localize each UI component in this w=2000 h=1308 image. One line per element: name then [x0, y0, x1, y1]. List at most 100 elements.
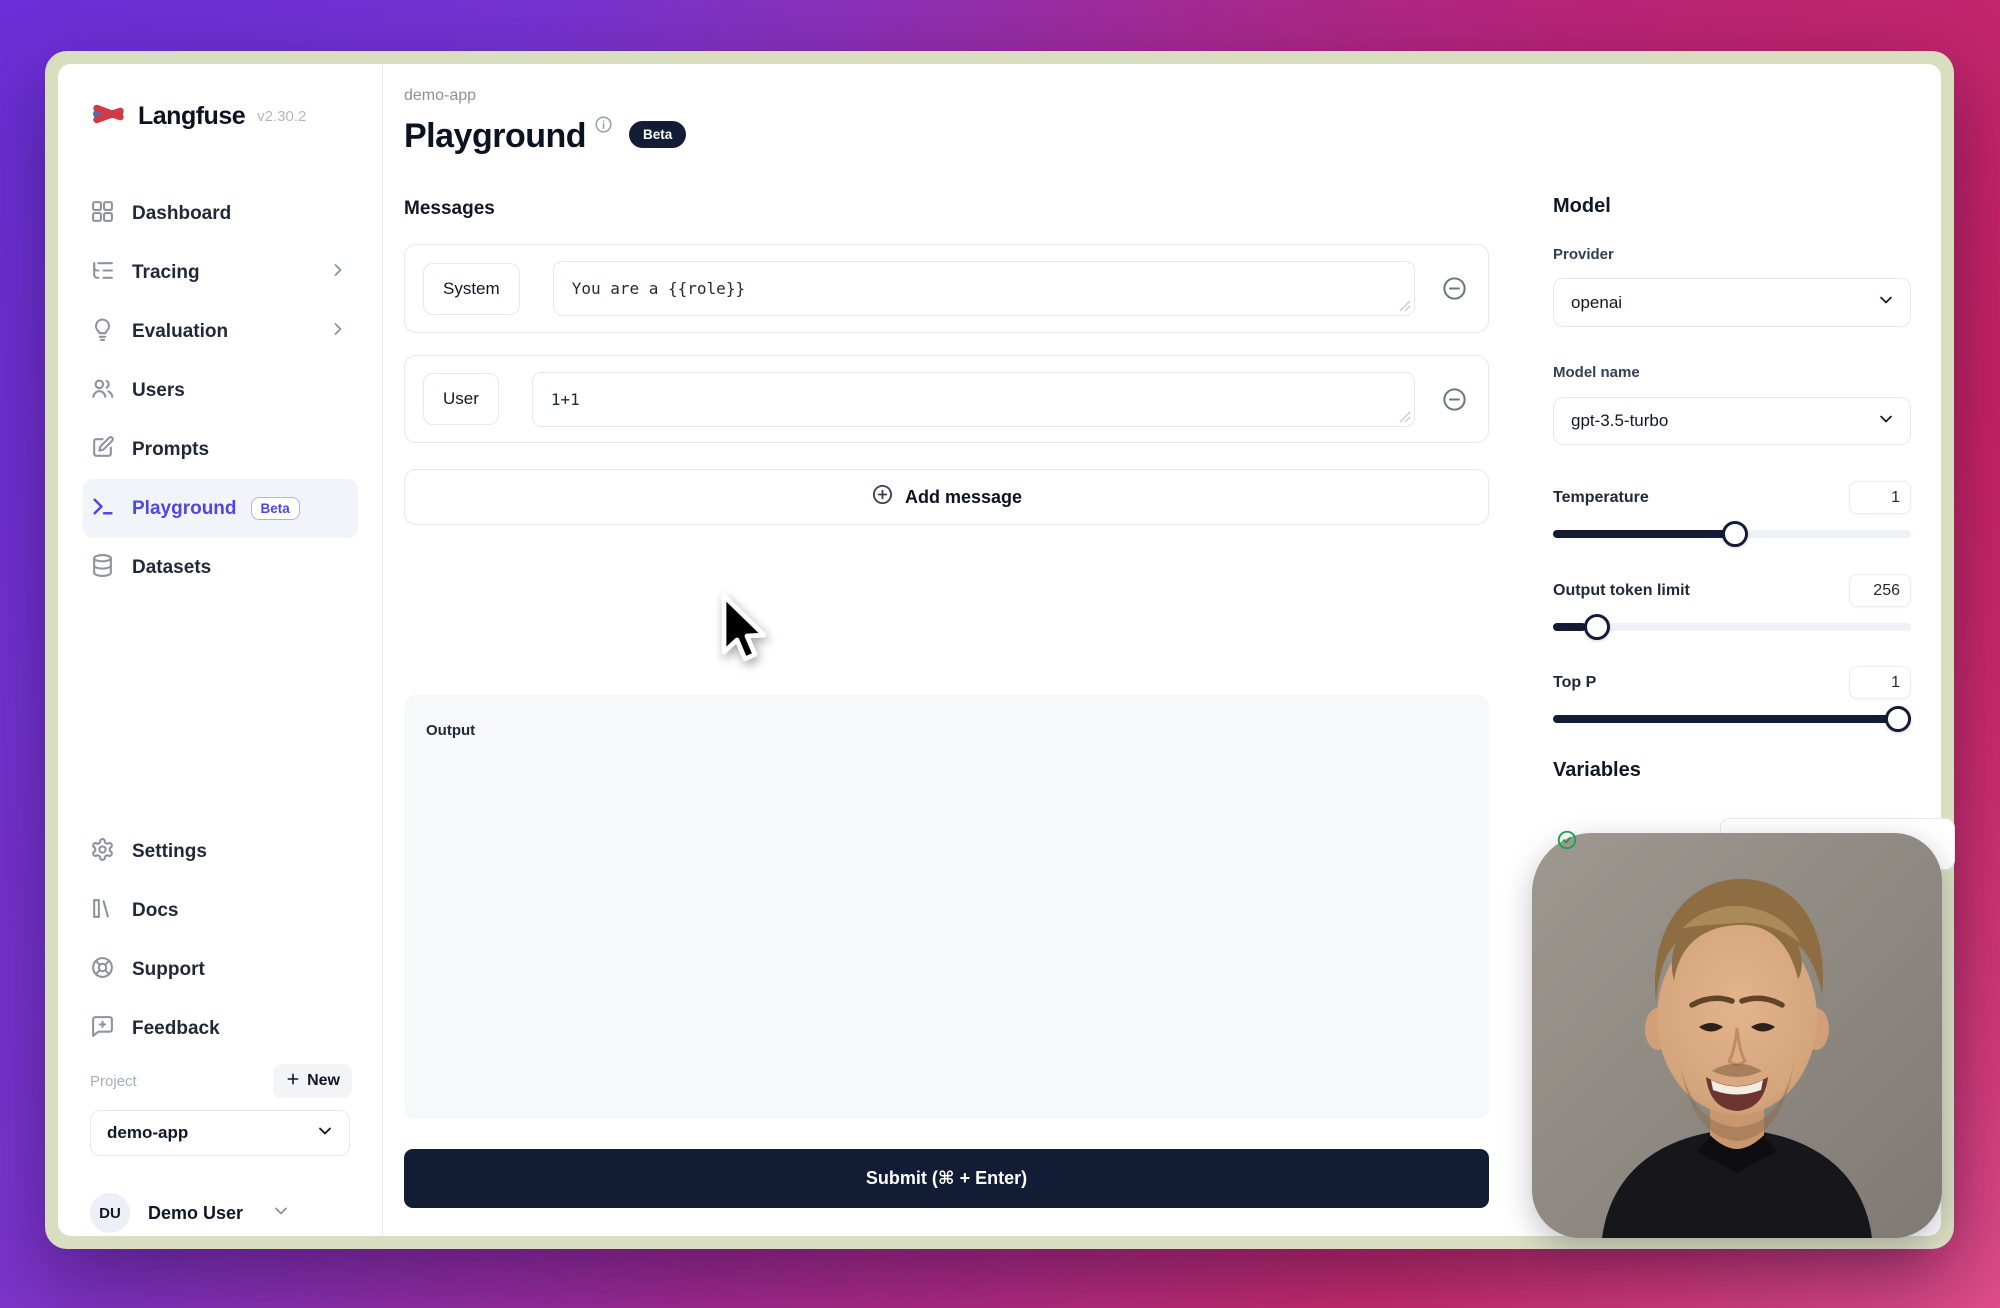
resize-grip-icon[interactable] [1399, 300, 1411, 312]
slider-thumb[interactable] [1885, 706, 1911, 732]
user-menu[interactable]: DU Demo User [90, 1193, 360, 1233]
gear-icon [90, 837, 115, 867]
playground-beta-badge: Beta [251, 497, 300, 520]
sidebar-item-datasets[interactable]: Datasets [83, 538, 358, 597]
sidebar-nav: Dashboard Tracing [90, 184, 360, 597]
plus-icon [285, 1071, 301, 1092]
variables-heading: Variables [1553, 758, 1911, 782]
terminal-icon [90, 494, 115, 524]
sidebar-item-settings[interactable]: Settings [83, 822, 358, 881]
new-project-button-label: New [307, 1072, 340, 1090]
top-p-value-input[interactable]: 1 [1849, 666, 1911, 699]
temperature-value-input[interactable]: 1 [1849, 481, 1911, 514]
project-select-value: demo-app [107, 1123, 188, 1143]
messages-heading: Messages [404, 199, 1489, 218]
library-icon [90, 896, 115, 926]
avatar: DU [90, 1193, 130, 1233]
sidebar-item-label: Users [132, 380, 185, 402]
page-title: Playground [404, 113, 586, 159]
dashboard-icon [90, 199, 115, 229]
resize-grip-icon[interactable] [1399, 411, 1411, 423]
sidebar-item-label: Evaluation [132, 321, 228, 343]
main-content: demo-app Playground Beta Messages System… [404, 64, 1489, 1208]
output-token-limit-label: Output token limit [1553, 582, 1690, 600]
output-token-limit-slider[interactable] [1553, 614, 1911, 640]
role-button[interactable]: System [423, 263, 520, 315]
chevron-right-icon [328, 319, 348, 344]
model-heading: Model [1553, 64, 1911, 218]
output-token-limit-value-input[interactable]: 256 [1849, 574, 1911, 607]
slider-fill [1553, 715, 1911, 723]
add-message-label: Add message [905, 487, 1022, 508]
remove-message-button[interactable] [1441, 386, 1468, 413]
slider-thumb[interactable] [1722, 521, 1748, 547]
beta-badge: Beta [629, 121, 686, 148]
sidebar-item-support[interactable]: Support [83, 940, 358, 999]
user-name: Demo User [148, 1203, 243, 1224]
top-p-label: Top P [1553, 674, 1596, 692]
app-version: v2.30.2 [257, 108, 306, 125]
message-row-user: User 1+1 [404, 355, 1489, 443]
output-label: Output [426, 722, 475, 739]
chevron-down-icon [271, 1201, 291, 1226]
provider-label: Provider [1553, 246, 1911, 264]
top-p-slider[interactable] [1553, 706, 1911, 732]
database-icon [90, 553, 115, 583]
temperature-label: Temperature [1553, 489, 1649, 507]
provider-select[interactable]: openai [1553, 278, 1911, 327]
sidebar-item-label: Settings [132, 841, 207, 863]
life-buoy-icon [90, 955, 115, 985]
sidebar-item-dashboard[interactable]: Dashboard [83, 184, 358, 243]
check-circle-icon [1556, 829, 1578, 856]
chevron-down-icon [1876, 409, 1896, 434]
provider-value: openai [1571, 293, 1622, 313]
webcam-overlay [1532, 833, 1942, 1238]
sidebar: Langfuse v2.30.2 Dashboard Traci [58, 64, 383, 1236]
sidebar-item-prompts[interactable]: Prompts [83, 420, 358, 479]
brand-name: Langfuse [138, 102, 245, 131]
sidebar-item-evaluation[interactable]: Evaluation [83, 302, 358, 361]
users-icon [90, 376, 115, 406]
chevron-down-icon [1876, 290, 1896, 315]
sidebar-item-playground[interactable]: Playground Beta [83, 479, 358, 538]
info-icon[interactable] [594, 115, 613, 139]
model-name-select[interactable]: gpt-3.5-turbo [1553, 397, 1911, 445]
chevron-right-icon [328, 260, 348, 285]
add-message-button[interactable]: Add message [404, 469, 1489, 525]
remove-message-button[interactable] [1441, 275, 1468, 302]
sidebar-item-label: Datasets [132, 557, 211, 579]
project-select[interactable]: demo-app [90, 1110, 350, 1156]
message-content-text: 1+1 [551, 390, 580, 409]
role-button[interactable]: User [423, 373, 499, 425]
plus-circle-icon [871, 483, 894, 511]
sidebar-item-users[interactable]: Users [83, 361, 358, 420]
new-project-button[interactable]: New [273, 1064, 352, 1098]
slider-fill [1553, 530, 1736, 538]
message-plus-icon [90, 1014, 115, 1044]
sidebar-item-tracing[interactable]: Tracing [83, 243, 358, 302]
webcam-video [1532, 833, 1942, 1238]
chevron-down-icon [315, 1121, 335, 1146]
slider-fill [1553, 623, 1586, 631]
message-content-input[interactable]: 1+1 [532, 372, 1415, 427]
slider-thumb[interactable] [1584, 614, 1610, 640]
temperature-slider[interactable] [1553, 521, 1911, 547]
sidebar-item-docs[interactable]: Docs [83, 881, 358, 940]
sidebar-item-label: Tracing [132, 262, 200, 284]
project-label: Project [90, 1073, 137, 1090]
model-name-label: Model name [1553, 364, 1911, 382]
edit-square-icon [90, 435, 115, 465]
model-panel: Model Provider openai Model name gpt-3.5… [1553, 64, 1911, 782]
sidebar-item-label: Support [132, 959, 205, 981]
sidebar-item-label: Prompts [132, 439, 209, 461]
message-row-system: System You are a {{role}} [404, 244, 1489, 333]
output-panel: Output [404, 695, 1489, 1119]
submit-button[interactable]: Submit (⌘ + Enter) [404, 1149, 1489, 1208]
sidebar-item-label: Dashboard [132, 203, 231, 225]
message-content-input[interactable]: You are a {{role}} [553, 261, 1415, 316]
mouse-cursor [716, 592, 772, 677]
sidebar-item-feedback[interactable]: Feedback [83, 999, 358, 1058]
tracing-icon [90, 258, 115, 288]
sidebar-item-label: Docs [132, 900, 178, 922]
sidebar-item-label: Feedback [132, 1018, 220, 1040]
